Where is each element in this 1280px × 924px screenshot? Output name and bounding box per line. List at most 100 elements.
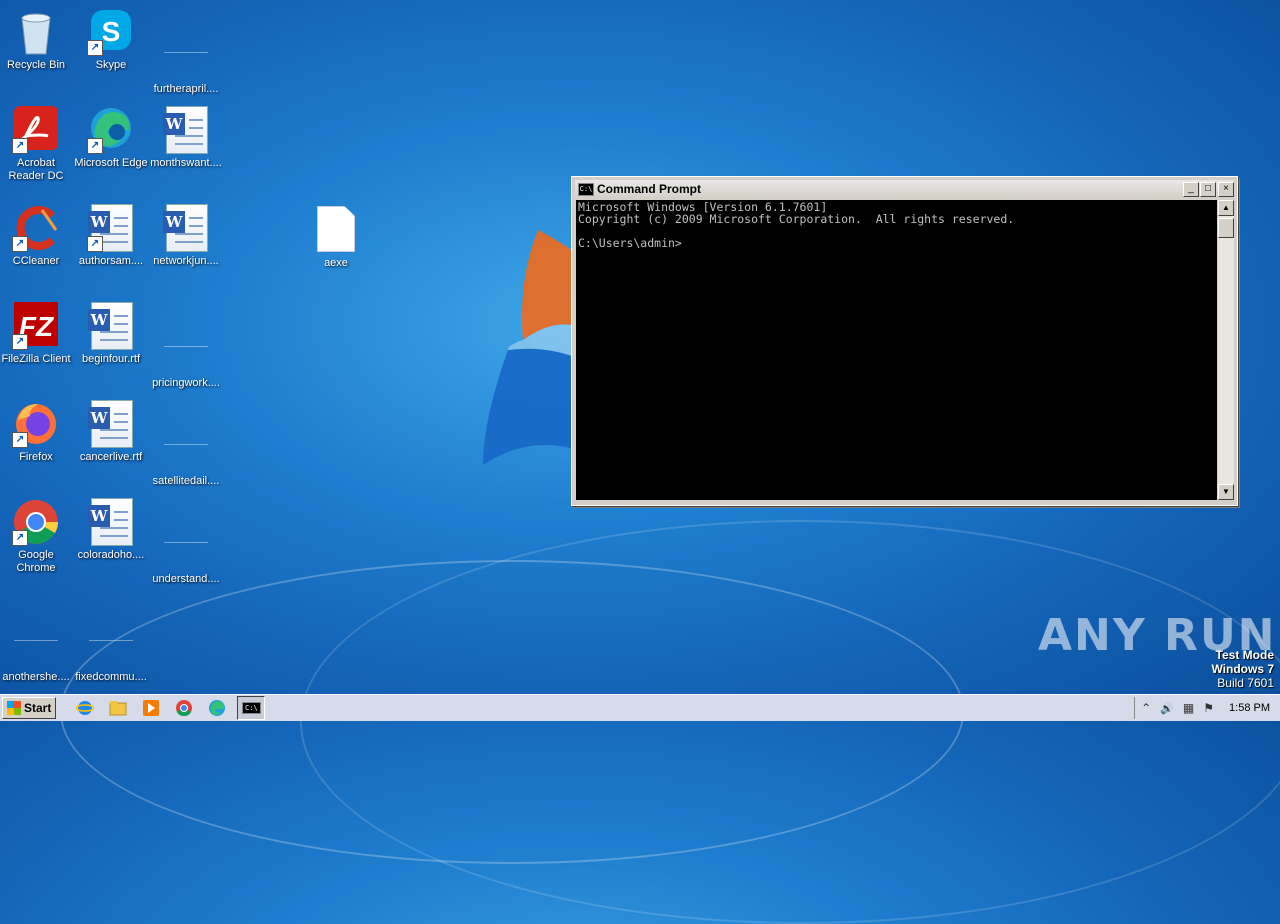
window-title: Command Prompt — [597, 182, 702, 196]
desktop-icon-monthswant[interactable]: W monthswant.... — [148, 106, 224, 170]
desktop-icon-label: furtherapril.... — [153, 83, 219, 95]
console-line: Copyright (c) 2009 Microsoft Corporation… — [578, 212, 1015, 226]
desktop-icon-edge[interactable]: ↗ Microsoft Edge — [73, 106, 149, 170]
desktop-icon-label: understand.... — [152, 573, 220, 585]
taskbar-chrome[interactable] — [171, 697, 197, 719]
desktop-icon-aexe[interactable]: aexe — [298, 206, 374, 270]
maximize-button[interactable]: □ — [1200, 181, 1216, 197]
desktop-icon-label: pricingwork.... — [152, 377, 220, 389]
network-icon[interactable]: ▦ — [1183, 701, 1194, 715]
word-doc-icon: W — [88, 400, 133, 448]
shortcut-arrow-icon: ↗ — [12, 530, 28, 546]
window-titlebar[interactable]: C:\ Command Prompt _ □ × — [575, 180, 1234, 198]
taskbar: Start C:\ ⌃ 🔊 ▦ ⚑ 1:58 PM — [0, 694, 1280, 721]
taskbar-file-explorer[interactable] — [105, 697, 131, 719]
document-icon — [89, 620, 133, 641]
desktop-icon-beginfour[interactable]: W beginfour.rtf — [73, 302, 149, 366]
desktop-icon-recycle-bin[interactable]: Recycle Bin — [0, 8, 74, 72]
recycle-bin-icon — [21, 13, 51, 55]
desktop-icon-understand[interactable]: understand.... — [148, 498, 224, 586]
desktop-icon-furtherapril[interactable]: furtherapril.... — [148, 8, 224, 96]
desktop-icon-pricingwork[interactable]: pricingwork.... — [148, 302, 224, 390]
desktop-icon-anothershe[interactable]: anothershe.... — [0, 596, 74, 684]
internet-explorer-icon — [76, 701, 95, 715]
desktop-icon-label: aexe — [324, 257, 348, 269]
action-center-flag-icon[interactable]: ⚑ — [1203, 701, 1214, 715]
minimize-button[interactable]: _ — [1183, 181, 1199, 197]
desktop-icon-acrobat[interactable]: ↗ Acrobat Reader DC — [0, 106, 74, 183]
console-output[interactable]: Microsoft Windows [Version 6.1.7601] Copy… — [576, 200, 1217, 500]
word-doc-icon: W — [88, 302, 133, 350]
test-mode-notice: Test Mode Windows 7 Build 7601 — [1211, 648, 1274, 690]
desktop-icon-label: coloradoho.... — [77, 549, 145, 561]
start-button[interactable]: Start — [2, 697, 57, 719]
desktop-icon-label: monthswant.... — [150, 157, 222, 169]
word-doc-icon: W — [163, 106, 208, 154]
desktop-icon-label: beginfour.rtf — [81, 353, 141, 365]
build-line: Build 7601 — [1217, 676, 1274, 690]
desktop-icon-label: fixedcommu.... — [75, 671, 147, 683]
desktop-icon-label: CCleaner — [12, 255, 60, 267]
desktop-icon-label: Microsoft Edge — [74, 157, 148, 169]
volume-icon[interactable]: 🔊 — [1160, 702, 1174, 715]
cmd-icon: C:\ — [578, 182, 594, 196]
taskbar-command-prompt[interactable]: C:\ — [237, 696, 266, 720]
shortcut-arrow-icon: ↗ — [12, 236, 28, 252]
desktop-icon-label: authorsam.... — [78, 255, 144, 267]
desktop-icon-label: Acrobat Reader DC — [8, 157, 64, 182]
desktop-icon-authorsam[interactable]: W ↗ authorsam.... — [73, 204, 149, 268]
system-tray: ⌃ 🔊 ▦ ⚑ 1:58 PM — [1134, 697, 1280, 719]
show-hidden-icons-chevron-icon[interactable]: ⌃ — [1141, 701, 1151, 715]
document-icon — [164, 424, 208, 445]
cmd-icon: C:\ — [242, 702, 261, 714]
desktop-icon-label: cancerlive.rtf — [79, 451, 143, 463]
vertical-scrollbar[interactable]: ▲ ▼ — [1218, 200, 1234, 500]
clock[interactable]: 1:58 PM — [1229, 702, 1270, 714]
desktop-icon-skype[interactable]: S ↗ Skype — [73, 8, 149, 72]
desktop-icon-fixedcommu[interactable]: fixedcommu.... — [73, 596, 149, 684]
document-icon — [14, 620, 58, 641]
scroll-thumb[interactable] — [1218, 218, 1234, 238]
taskbar-edge[interactable] — [204, 697, 230, 719]
taskbar-media-player[interactable] — [138, 697, 164, 719]
shortcut-arrow-icon: ↗ — [12, 432, 28, 448]
desktop-icon-satellitedail[interactable]: satellitedail.... — [148, 400, 224, 488]
command-prompt-window[interactable]: C:\ Command Prompt _ □ × Microsoft Windo… — [571, 176, 1238, 506]
scroll-up-button[interactable]: ▲ — [1218, 200, 1234, 216]
desktop-icon-label: satellitedail.... — [152, 475, 220, 487]
svg-text:S: S — [102, 16, 121, 47]
edge-icon — [209, 700, 226, 716]
wallpaper-swoosh — [300, 520, 1280, 924]
shortcut-arrow-icon: ↗ — [12, 138, 28, 154]
desktop-icon-label: anothershe.... — [2, 671, 70, 683]
windows-flag-icon — [7, 701, 21, 715]
word-doc-icon: W — [88, 498, 133, 546]
scroll-down-button[interactable]: ▼ — [1218, 484, 1234, 500]
taskbar-internet-explorer[interactable] — [72, 697, 98, 719]
desktop-icon-label: networkjun.... — [153, 255, 219, 267]
document-icon — [164, 32, 208, 53]
desktop-icon-filezilla[interactable]: FZ ↗ FileZilla Client — [0, 302, 74, 366]
start-label: Start — [24, 701, 52, 715]
close-button[interactable]: × — [1218, 181, 1234, 197]
desktop-icon-label: Firefox — [19, 451, 53, 463]
desktop-icon-label: Google Chrome — [16, 549, 56, 574]
desktop-icon-chrome[interactable]: ↗ Google Chrome — [0, 498, 74, 575]
console-prompt: C:\Users\admin> — [578, 236, 682, 250]
desktop-icon-networkjun[interactable]: W networkjun.... — [148, 204, 224, 268]
desktop-icon-firefox[interactable]: ↗ Firefox — [0, 400, 74, 464]
word-doc-icon: W — [163, 204, 208, 252]
media-player-icon — [143, 700, 160, 716]
shortcut-arrow-icon: ↗ — [87, 236, 103, 252]
desktop-icon-ccleaner[interactable]: ↗ CCleaner — [0, 204, 74, 268]
shortcut-arrow-icon: ↗ — [12, 334, 28, 350]
desktop-icon-coloradoho[interactable]: W coloradoho.... — [73, 498, 149, 562]
chrome-icon — [176, 700, 193, 717]
document-icon — [164, 522, 208, 543]
document-icon — [164, 326, 208, 347]
desktop-icon-cancerlive[interactable]: W cancerlive.rtf — [73, 400, 149, 464]
windows-version-line: Windows 7 — [1211, 662, 1274, 676]
shortcut-arrow-icon: ↗ — [87, 138, 103, 154]
shortcut-arrow-icon: ↗ — [87, 40, 103, 56]
test-mode-line: Test Mode — [1215, 648, 1274, 662]
